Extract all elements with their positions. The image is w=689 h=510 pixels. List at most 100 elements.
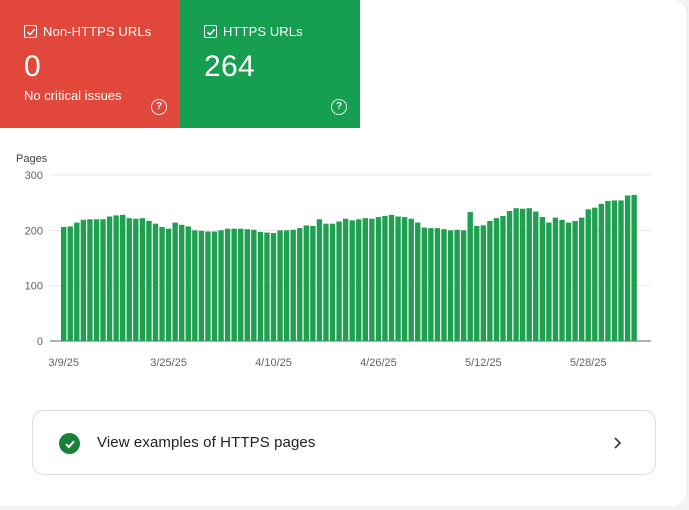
chart-bar[interactable]	[126, 218, 132, 341]
chart-bar[interactable]	[179, 224, 185, 341]
chart-bar[interactable]	[283, 230, 290, 341]
help-icon[interactable]: ?	[331, 99, 347, 115]
non-https-urls-tile[interactable]: Non-HTTPS URLs 0 No critical issues ?	[0, 0, 180, 128]
chart-bar[interactable]	[539, 217, 546, 341]
chart-bar[interactable]	[336, 221, 342, 341]
chart-bar[interactable]	[572, 220, 578, 341]
chart-bar[interactable]	[585, 209, 591, 341]
chart-bar[interactable]	[80, 219, 87, 341]
chart-bar[interactable]	[533, 211, 539, 341]
chart-bar[interactable]	[61, 227, 67, 341]
chart-bar[interactable]	[500, 215, 506, 341]
chart-bar[interactable]	[106, 216, 113, 342]
checkbox-checked-icon[interactable]	[204, 25, 217, 38]
chart-bar[interactable]	[592, 207, 598, 341]
chart-bar[interactable]	[598, 203, 605, 341]
chart-bar[interactable]	[323, 223, 329, 341]
chart-bar[interactable]	[493, 218, 500, 341]
chart-bar[interactable]	[198, 230, 205, 341]
chart-bar[interactable]	[329, 223, 336, 341]
chart-bar[interactable]	[264, 232, 270, 341]
chart-bar[interactable]	[624, 195, 631, 341]
chart-bar[interactable]	[388, 214, 395, 341]
chart-bar[interactable]	[120, 214, 126, 341]
chart-bar[interactable]	[224, 228, 231, 341]
chart-bar[interactable]	[310, 225, 316, 341]
chart-bar[interactable]	[441, 229, 447, 341]
chart-bar[interactable]	[257, 231, 264, 341]
chart-bar[interactable]	[342, 218, 349, 341]
chart-bar[interactable]	[375, 217, 382, 341]
checkbox-checked-icon[interactable]	[24, 25, 37, 38]
chart-bar[interactable]	[454, 229, 460, 341]
chart-bar[interactable]	[277, 230, 283, 341]
chart-bar[interactable]	[578, 217, 585, 341]
chart-bar[interactable]	[74, 222, 80, 341]
chart-bar[interactable]	[159, 227, 165, 341]
chart-bar[interactable]	[297, 228, 303, 341]
chart-bar[interactable]	[231, 228, 237, 341]
chart-bar[interactable]	[316, 219, 323, 341]
chart-bar[interactable]	[133, 218, 139, 341]
chart-bar[interactable]	[218, 230, 224, 341]
chart-bar[interactable]	[480, 225, 487, 341]
chart-bar[interactable]	[139, 218, 146, 341]
chart-bar[interactable]	[565, 222, 572, 341]
help-icon[interactable]: ?	[151, 99, 167, 115]
chart-bar[interactable]	[146, 220, 152, 341]
chart-bar[interactable]	[244, 229, 250, 341]
chart-bar[interactable]	[113, 215, 119, 341]
chart-bar[interactable]	[165, 228, 172, 341]
chart-bar[interactable]	[618, 200, 624, 341]
chart-bar[interactable]	[349, 220, 355, 341]
chart-bar[interactable]	[605, 201, 611, 341]
chart-bar[interactable]	[526, 208, 532, 341]
chart-bar[interactable]	[251, 229, 257, 341]
chart-bar[interactable]	[192, 230, 198, 341]
chart-bar[interactable]	[67, 226, 73, 341]
chart-bar[interactable]	[631, 194, 637, 341]
chart-bar[interactable]	[408, 218, 414, 341]
chart-bar[interactable]	[356, 219, 362, 341]
https-urls-tile[interactable]: HTTPS URLs 264 ?	[180, 0, 360, 128]
chevron-right-icon	[614, 437, 622, 449]
view-examples-button[interactable]: View examples of HTTPS pages	[32, 410, 656, 475]
chart-bar[interactable]	[421, 227, 428, 341]
chart-bar[interactable]	[519, 208, 526, 341]
chart-bar[interactable]	[487, 220, 493, 341]
chart-bar[interactable]	[270, 233, 277, 341]
x-tick-label: 4/26/25	[360, 357, 397, 369]
chart-bar[interactable]	[205, 231, 211, 341]
chart-bar[interactable]	[401, 217, 408, 341]
chart-bar[interactable]	[87, 219, 93, 341]
chart-bar[interactable]	[93, 219, 100, 341]
y-tick-label: 100	[25, 281, 43, 293]
chart-bar[interactable]	[172, 222, 178, 341]
chart-bar[interactable]	[185, 226, 191, 341]
chart-bar[interactable]	[552, 217, 559, 341]
chart-bar[interactable]	[467, 212, 473, 341]
chart-bar[interactable]	[447, 230, 454, 341]
chart-bar[interactable]	[428, 228, 434, 341]
chart-bar[interactable]	[415, 222, 421, 341]
chart-bar[interactable]	[611, 200, 618, 341]
chart-bar[interactable]	[559, 219, 565, 341]
chart-bar[interactable]	[238, 228, 244, 341]
chart-bar[interactable]	[460, 230, 467, 341]
chart-bar[interactable]	[513, 208, 519, 341]
chart-bar[interactable]	[434, 228, 441, 341]
chart-bar[interactable]	[506, 210, 513, 341]
chart-bar[interactable]	[395, 216, 401, 342]
chart-bar[interactable]	[369, 218, 375, 341]
y-tick-label: 300	[25, 170, 43, 182]
chart-bar[interactable]	[382, 215, 388, 341]
chart-bar[interactable]	[100, 219, 106, 341]
chart-bar[interactable]	[362, 218, 368, 341]
chart-bar[interactable]	[211, 231, 218, 341]
x-tick-label: 3/9/25	[48, 357, 79, 369]
chart-bar[interactable]	[546, 222, 552, 341]
chart-bar[interactable]	[474, 225, 480, 341]
chart-bar[interactable]	[290, 229, 296, 341]
chart-bar[interactable]	[152, 223, 159, 341]
chart-bar[interactable]	[303, 225, 309, 341]
